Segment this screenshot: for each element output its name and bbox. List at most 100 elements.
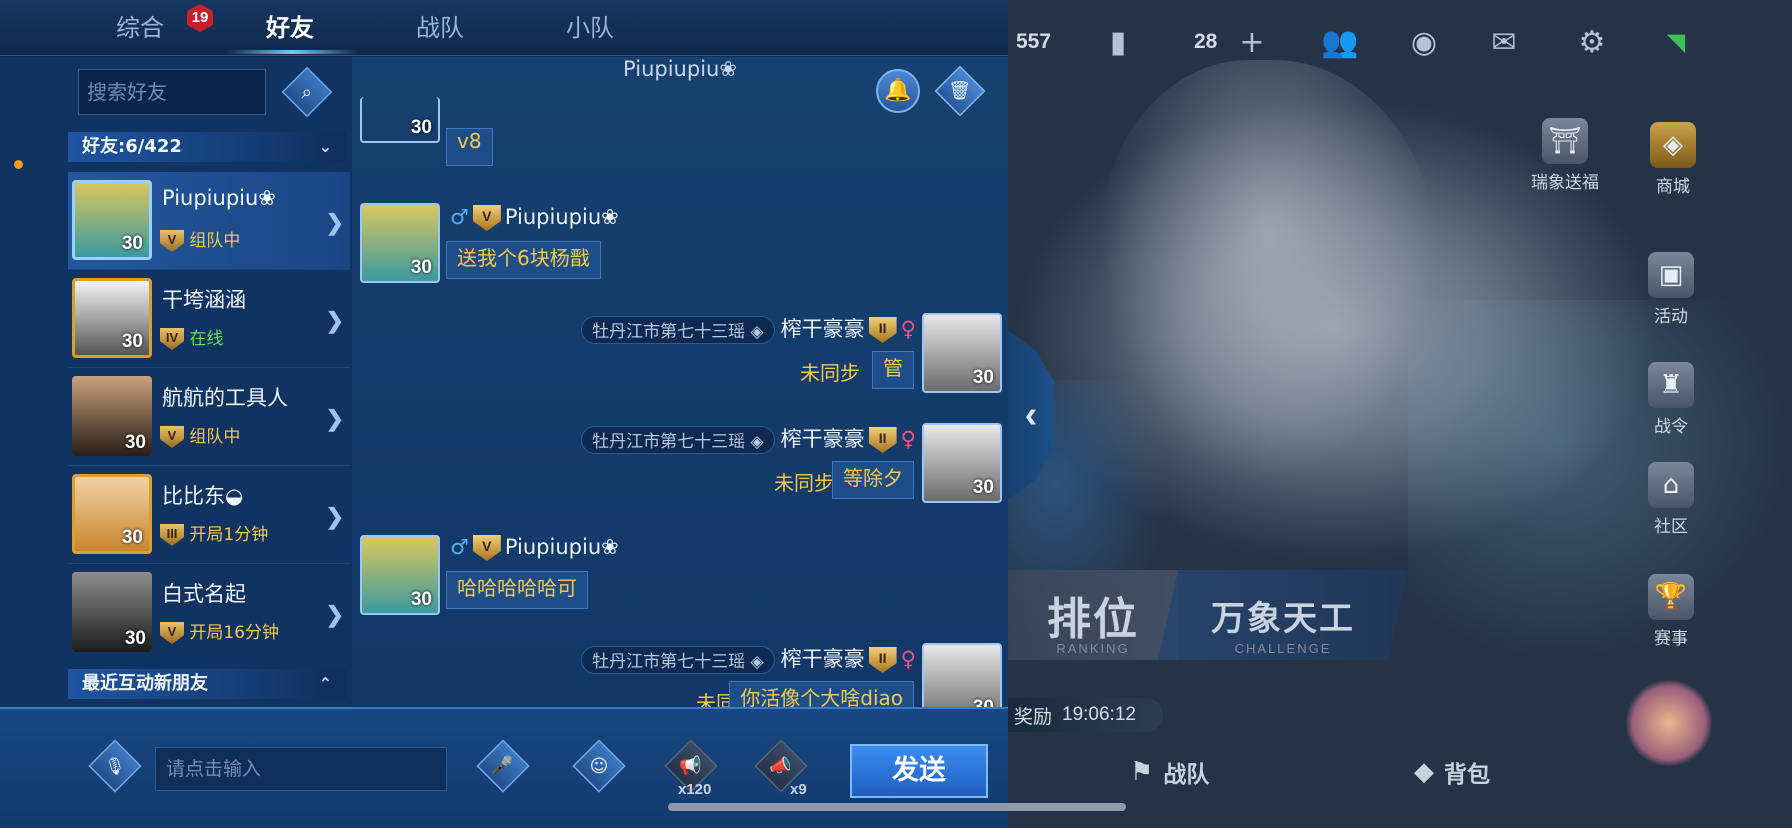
nav-team[interactable]: ⚑ 战队 [1130, 742, 1209, 802]
friend-row[interactable]: 30 Piupiupiu❀ V 组队中 ❯ [68, 172, 350, 270]
nav-backpack[interactable]: ◆ 背包 [1414, 742, 1490, 802]
side-button-tournament[interactable]: 🏆 赛事 [1616, 574, 1726, 649]
male-gender-icon: ♂ [450, 205, 469, 229]
vip-rank-icon: V [160, 426, 184, 448]
big-horn-count: x9 [790, 781, 807, 798]
smiley-icon: ☺ [589, 755, 609, 777]
currency-amount: 557 [1016, 30, 1052, 53]
friend-search-input[interactable]: 搜索好友 [78, 69, 266, 115]
sync-status: 未同步 [774, 471, 834, 495]
tab-squad[interactable]: 小队 [566, 8, 614, 43]
wifi-signal-icon: ◥ [1666, 28, 1686, 56]
female-gender-icon: ♀ [900, 317, 916, 341]
eye-icon[interactable]: ◉ [1402, 22, 1446, 62]
friends-group-header[interactable]: 好友:6/422 ⌄ [68, 132, 346, 162]
top-resource-bar: 557 ▮ 28 + 👥 ◉ ✉ ⚙ ◥ [1008, 18, 1792, 76]
tab-bar: 综合 19 好友 战队 小队 [0, 0, 1008, 56]
friend-avatar: 30 [72, 180, 152, 260]
voice-translate-icon: 🎙 [104, 756, 126, 776]
battle-pass-icon: ♜ [1648, 362, 1694, 408]
trash-icon: 🗑 [948, 80, 972, 102]
chevron-right-icon: ❯ [325, 406, 344, 431]
team-icon: ⚑ [1130, 757, 1154, 787]
friend-status: V 组队中 [160, 422, 240, 448]
game-home-background: 557 ▮ 28 + 👥 ◉ ✉ ⚙ ◥ ⛩ 瑞象送福 ◈ 商城 ▣ 活动 ♜ … [1008, 0, 1792, 828]
message-sender: ♂ V Piupiupiu❀ [450, 535, 619, 561]
side-button-battle-pass[interactable]: ♜ 战令 [1616, 362, 1726, 437]
chevron-right-icon: ❯ [325, 504, 344, 529]
megaphone-icon: 📣 [769, 755, 793, 777]
ticket-card-icon[interactable]: ▮ [1096, 22, 1140, 62]
voice-message-button[interactable]: 🎤 [476, 739, 530, 793]
side-button-shop[interactable]: ◈ 商城 [1618, 122, 1728, 197]
message-avatar[interactable]: 30 [922, 423, 1002, 503]
vip-rank-icon: II [868, 317, 897, 343]
friends-icon[interactable]: 👥 [1318, 22, 1362, 62]
friend-status: III 开局1分钟 [160, 520, 268, 546]
friend-name: 白式名起 [162, 582, 246, 606]
notification-bell-icon[interactable]: 🔔 [876, 69, 920, 113]
message-bubble: 等除夕 [832, 461, 914, 499]
vip-rank-icon: V [472, 535, 501, 561]
tab-friends[interactable]: 好友 [266, 8, 314, 43]
home-indicator[interactable] [668, 803, 1126, 811]
side-button-community[interactable]: ⌂ 社区 [1616, 462, 1726, 537]
friend-row[interactable]: 30 干垮涵涵 IV 在线 ❯ [68, 270, 350, 368]
chevron-left-icon: ‹ [1024, 393, 1038, 436]
side-button-activity[interactable]: ▣ 活动 [1616, 252, 1726, 327]
friend-status: V 开局16分钟 [160, 618, 279, 644]
message-avatar[interactable]: 30 [922, 643, 1002, 707]
message-bubble: 管 [872, 351, 914, 389]
guild-tag: 牡丹江市第七十三瑶 ◈ [581, 426, 775, 454]
backpack-icon: ◆ [1414, 757, 1434, 787]
send-button[interactable]: 发送 [850, 744, 988, 798]
add-icon[interactable]: + [1230, 22, 1274, 62]
friend-name: 比比东◒ [162, 484, 244, 508]
voice-to-text-button[interactable]: 🎙 [88, 739, 142, 793]
friend-row[interactable]: 30 航航的工具人 V 组队中 ❯ [68, 368, 350, 466]
friend-avatar: 30 [72, 376, 152, 456]
vip-rank-icon: III [160, 524, 184, 546]
friend-row[interactable]: 30 白式名起 V 开局16分钟 ❯ [68, 564, 350, 662]
emoji-button[interactable]: ☺ [572, 739, 626, 793]
vip-rank-icon: V [160, 622, 184, 644]
microphone-icon: 🎤 [491, 755, 515, 777]
mode-challenge[interactable]: 万象天工 CHALLENGE [1158, 570, 1408, 660]
message-avatar[interactable]: 30 [360, 203, 440, 283]
friend-row[interactable]: 30 比比东◒ III 开局1分钟 ❯ [68, 466, 350, 564]
community-icon: ⌂ [1648, 462, 1694, 508]
chevron-right-icon: ❯ [325, 602, 344, 627]
friend-name: 干垮涵涵 [162, 288, 246, 312]
settings-gear-icon[interactable]: ⚙ [1570, 22, 1614, 62]
search-button[interactable]: ⌕ [281, 66, 333, 118]
hero-artwork-glow [1408, 300, 1788, 660]
small-horn-count: x120 [678, 781, 712, 798]
vip-rank-icon: II [868, 647, 897, 673]
message-sender: 牡丹江市第七十三瑶 ◈ 榨干豪豪 II ♀ [581, 643, 916, 674]
notification-dot [14, 160, 23, 169]
tab-general[interactable]: 综合 [116, 8, 164, 43]
chevron-down-icon: ⌄ [318, 137, 332, 156]
friend-avatar: 30 [72, 278, 152, 358]
message-bubble: 你活像个大啥diao [729, 681, 914, 707]
vip-rank-icon: IV [160, 328, 184, 350]
mode-ranked[interactable]: 排位 RANKING [1008, 570, 1178, 660]
recent-friends-group-header[interactable]: 最近互动新朋友 ⌃ [68, 669, 346, 699]
search-icon: ⌕ [301, 81, 313, 103]
side-button-event-gift[interactable]: ⛩ 瑞象送福 [1510, 118, 1620, 193]
tab-team[interactable]: 战队 [416, 8, 464, 43]
message-avatar[interactable]: 30 [360, 535, 440, 615]
message-avatar[interactable]: 30 [922, 313, 1002, 393]
friend-avatar: 30 [72, 572, 152, 652]
mail-icon[interactable]: ✉ [1482, 22, 1526, 62]
activity-icon: ▣ [1648, 252, 1694, 298]
message-sender: 牡丹江市第七十三瑶 ◈ 榨干豪豪 II ♀ [581, 423, 916, 454]
mascot-icon[interactable] [1626, 680, 1712, 766]
chevron-right-icon: ❯ [325, 210, 344, 235]
message-input[interactable]: 请点击输入 [155, 747, 447, 791]
shop-icon: ◈ [1650, 122, 1696, 168]
friend-status: IV 在线 [160, 324, 223, 350]
reward-timer: 奖励 19:06:12 [1008, 698, 1163, 732]
message-bubble: 送我个6块杨戬 [446, 241, 601, 279]
message-avatar[interactable]: 30 [360, 97, 440, 143]
